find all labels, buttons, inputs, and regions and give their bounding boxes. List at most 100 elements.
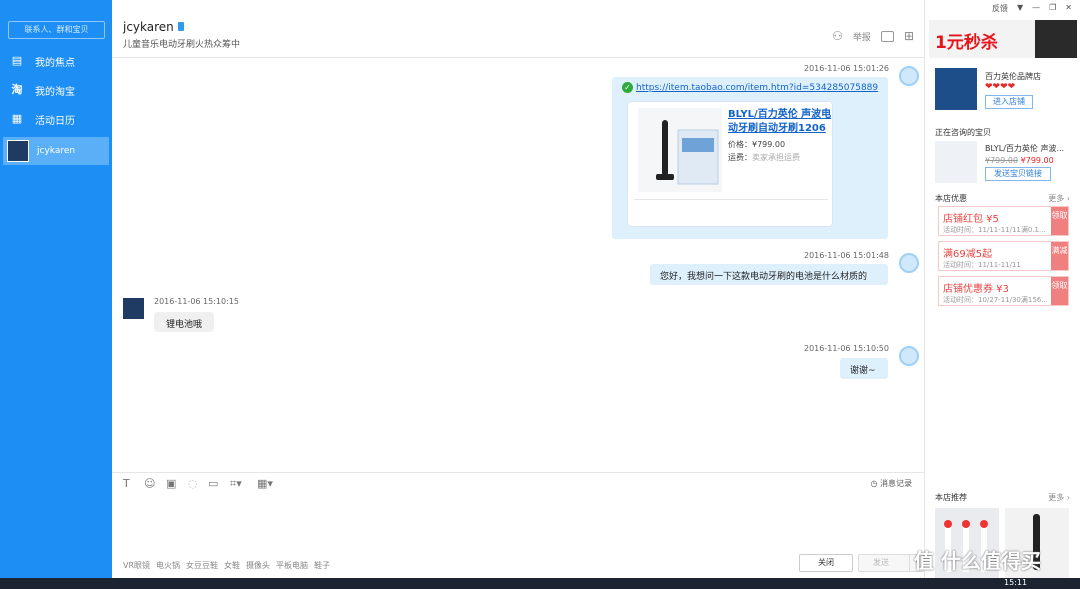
check-icon: ✓ xyxy=(622,82,633,93)
message-time: 2016-11-06 15:01:48 xyxy=(804,251,889,260)
item-link[interactable]: https://item.taobao.com/item.htm?id=5342… xyxy=(636,83,878,93)
coupon-date: 活动时间：11/11-11/11满0.1... xyxy=(943,226,1046,234)
hot-tags: VR眼镜 电火锅 女豆豆鞋 女鞋 摄像头 平板电脑 鞋子 xyxy=(123,560,330,571)
close-icon[interactable]: ✕ xyxy=(1065,3,1072,14)
sidebar-item-label: 我的焦点 xyxy=(35,57,75,69)
more-recommend-link[interactable]: 更多 › xyxy=(1048,492,1070,503)
quick-reply-icon[interactable]: ▭ xyxy=(208,477,218,490)
coupon-get-button[interactable]: 领取 xyxy=(1051,277,1068,305)
promo-banner[interactable]: 1元秒杀 xyxy=(929,20,1077,58)
chevron-down-icon[interactable]: ▼ xyxy=(1017,3,1023,14)
window-controls: 反馈 ▼ — ❐ ✕ xyxy=(992,3,1072,14)
old-price: ¥799.00 xyxy=(985,156,1019,165)
right-panel: 反馈 ▼ — ❐ ✕ 1元秒杀 百力英伦品牌店 ❤❤❤❤ 进入店铺 正在咨询的宝… xyxy=(924,0,1080,578)
ship-value: 卖家承担运费 xyxy=(752,153,800,162)
message-bubble: 锂电池哦 xyxy=(154,312,214,332)
hot-tag[interactable]: 平板电脑 xyxy=(276,560,308,571)
offers-title: 本店优惠 xyxy=(935,194,967,203)
send-label: 发送 xyxy=(873,558,889,567)
taobao-icon: 淘 xyxy=(11,83,23,96)
message-input[interactable]: VR眼镜 电火锅 女豆豆鞋 女鞋 摄像头 平板电脑 鞋子 关闭 发送 ▾ xyxy=(112,494,926,578)
product-image[interactable] xyxy=(935,141,977,183)
table-icon[interactable]: ▦▾ xyxy=(257,477,273,490)
hot-tag[interactable]: 电火锅 xyxy=(156,560,180,571)
coupon-title: 店铺优惠券 ¥3 xyxy=(943,284,1009,295)
toothbrush-image xyxy=(656,120,719,185)
price-value: ¥799.00 xyxy=(752,140,786,149)
grid-icon[interactable]: ⊞ xyxy=(904,29,914,43)
product-price: 价格：¥799.00 xyxy=(728,139,785,150)
message-time: 2016-11-06 15:01:26 xyxy=(804,64,889,73)
sidebar-item-my-taobao[interactable]: 淘 我的淘宝 xyxy=(0,76,112,104)
hot-tag[interactable]: VR眼镜 xyxy=(123,560,150,571)
contact-name: jcykaren xyxy=(37,146,76,156)
input-toolbar: T ☺ ▣ ◌ ▭ ⌗▾ ▦▾ ◷ 消息记录 xyxy=(112,472,924,494)
message-list: 2016-11-06 15:01:26 ✓ https://item.taoba… xyxy=(112,58,924,472)
product-card[interactable]: BLYL/百力英伦 声波电动牙刷自动牙刷1206 价格：¥799.00 运费：卖… xyxy=(627,101,833,227)
restore-icon[interactable]: ❐ xyxy=(1049,3,1056,14)
font-icon[interactable]: T xyxy=(123,477,130,490)
coupon-get-button[interactable]: 满减 xyxy=(1051,242,1068,270)
message-bubble: ✓ https://item.taobao.com/item.htm?id=53… xyxy=(612,77,888,239)
banner-image xyxy=(1035,20,1077,58)
price-value: ¥799.00 xyxy=(1020,156,1054,165)
minimize-icon[interactable]: — xyxy=(1032,3,1040,14)
avatar xyxy=(899,346,919,366)
send-item-link-button[interactable]: 发送宝贝链接 xyxy=(985,167,1051,181)
chat-header: jcykaren 儿童音乐电动牙刷火热众筹中 ⚇ 举报 ⊞ xyxy=(112,0,924,58)
contact-item[interactable]: jcykaren xyxy=(3,137,109,165)
hot-tag[interactable]: 鞋子 xyxy=(314,560,330,571)
report-button[interactable]: 举报 xyxy=(853,30,871,43)
consulting-title: 正在咨询的宝贝 xyxy=(935,128,991,137)
coupon-get-button[interactable]: 领取 xyxy=(1051,207,1068,235)
hot-tag[interactable]: 女豆豆鞋 xyxy=(186,560,218,571)
more-label: 更多 xyxy=(1048,493,1065,502)
user-settings-icon[interactable]: ⚇ xyxy=(832,29,843,43)
avatar xyxy=(123,298,144,319)
sidebar: 联系人、群和宝贝 ▤ 我的焦点 淘 我的淘宝 ▦ 活动日历 jcykaren xyxy=(0,0,112,578)
chat-subtitle: 儿童音乐电动牙刷火热众筹中 xyxy=(123,40,241,50)
price-label: 价格： xyxy=(728,140,752,149)
avatar xyxy=(899,253,919,273)
divider xyxy=(634,199,828,200)
coupon-date: 活动时间：10/27-11/30满156... xyxy=(943,296,1048,304)
sidebar-item-label: 活动日历 xyxy=(35,115,75,127)
screenshot-icon[interactable]: ⌗▾ xyxy=(230,477,242,491)
hot-tag[interactable]: 摄像头 xyxy=(246,560,270,571)
shake-icon[interactable]: ◌ xyxy=(188,477,198,490)
product-title[interactable]: BLYL/百力英伦 声波电动牙刷自动牙刷1206 xyxy=(728,108,832,136)
recommend-title: 本店推荐 xyxy=(935,493,967,502)
banner-text: 1元秒杀 xyxy=(935,33,998,53)
coupon-title: 店铺红包 ¥5 xyxy=(943,214,999,225)
header-tools: ⚇ 举报 ⊞ xyxy=(832,29,914,43)
emoji-icon[interactable]: ☺ xyxy=(144,477,155,490)
search-input[interactable]: 联系人、群和宝贝 xyxy=(8,21,105,39)
message-bubble: 您好，我想问一下这款电动牙刷的电池是什么材质的 xyxy=(650,264,888,285)
coupon-title: 满69减5起 xyxy=(943,249,993,260)
avatar xyxy=(7,140,29,162)
shop-name[interactable]: 百力英伦品牌店 xyxy=(985,71,1041,82)
share-icon[interactable] xyxy=(880,30,894,42)
enter-shop-button[interactable]: 进入店铺 xyxy=(985,95,1033,109)
more-offers-link[interactable]: 更多 › xyxy=(1048,193,1070,204)
message-bubble: 谢谢~ xyxy=(840,358,888,379)
coupon: 店铺红包 ¥5 活动时间：11/11-11/11满0.1... 领取 xyxy=(938,206,1069,236)
taskbar-clock: 15:11 xyxy=(1004,578,1028,587)
message-time: 2016-11-06 15:10:15 xyxy=(154,297,239,306)
product-name[interactable]: BLYL/百力英伦 声波... xyxy=(985,143,1064,154)
feedback-button[interactable]: 反馈 xyxy=(992,3,1008,14)
avatar xyxy=(899,66,919,86)
watermark-logo: 值 什么值得买 xyxy=(914,549,1041,573)
product-price: ¥799.00 ¥799.00 xyxy=(985,156,1054,165)
history-label: 消息记录 xyxy=(880,479,912,488)
history-button[interactable]: ◷ 消息记录 xyxy=(870,478,912,489)
clock-icon: ◷ xyxy=(870,479,880,488)
sidebar-item-focus[interactable]: ▤ 我的焦点 xyxy=(0,47,112,75)
sidebar-item-label: 我的淘宝 xyxy=(35,86,75,98)
hot-tag[interactable]: 女鞋 xyxy=(224,560,240,571)
image-icon[interactable]: ▣ xyxy=(166,477,176,490)
shop-logo[interactable] xyxy=(935,68,977,110)
coupon: 满69减5起 活动时间：11/11-11/11 满减 xyxy=(938,241,1069,271)
close-button[interactable]: 关闭 xyxy=(799,554,853,572)
sidebar-item-calendar[interactable]: ▦ 活动日历 xyxy=(0,105,112,133)
